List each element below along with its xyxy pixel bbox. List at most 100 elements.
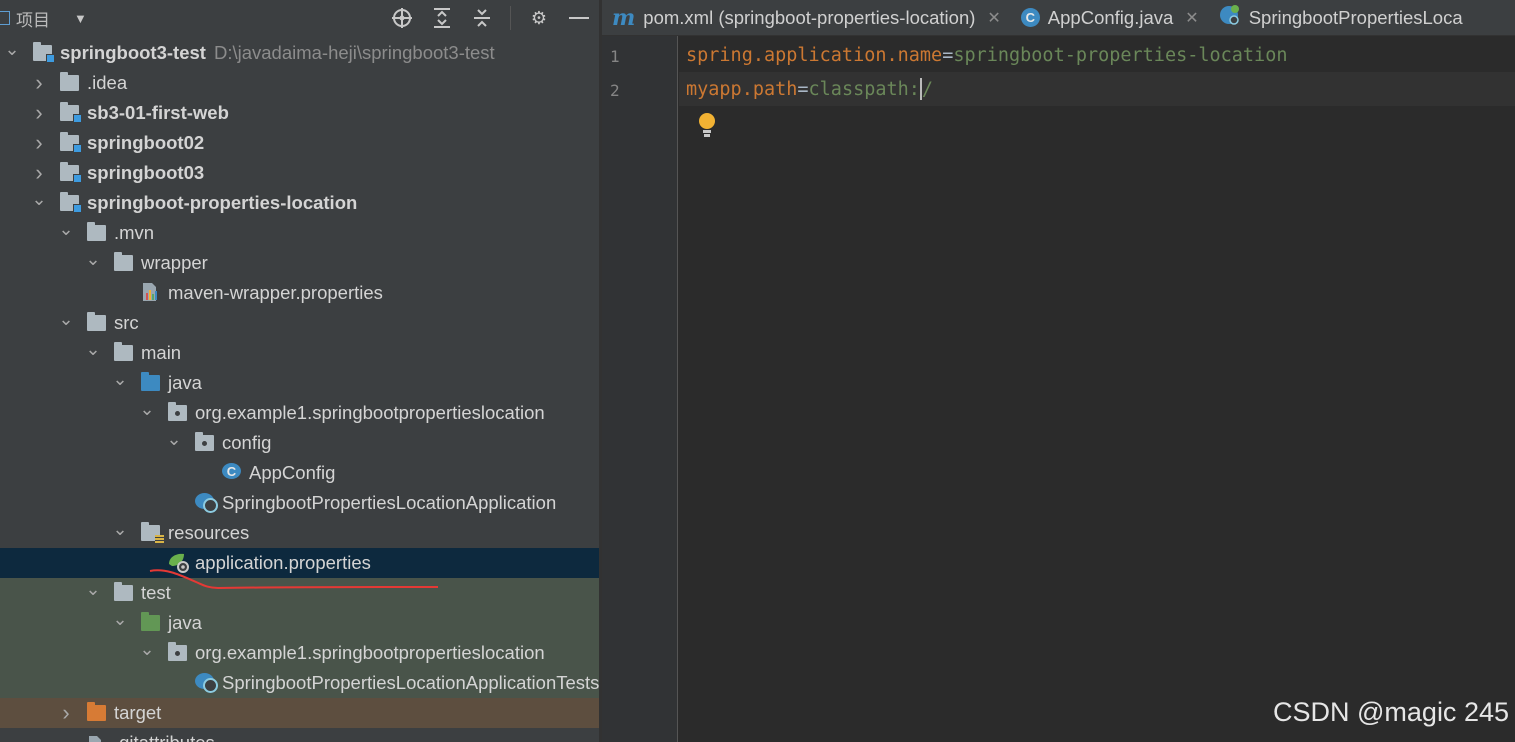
chevron-down-icon[interactable]: ⌄: [139, 634, 155, 664]
package-icon: [168, 402, 187, 421]
maven-icon: m: [612, 4, 636, 31]
tree-item-label: config: [222, 432, 272, 453]
source-folder-icon: [141, 372, 160, 391]
property-key: spring.application.name: [686, 44, 943, 66]
project-path: D:\javadaima-heji\springboot3-test: [213, 42, 495, 63]
java-class-icon: C: [222, 463, 241, 479]
properties-file-icon: [141, 282, 160, 301]
folder-icon: [60, 72, 79, 91]
lightbulb-icon[interactable]: [699, 113, 715, 139]
tree-item-label: .idea: [87, 72, 128, 93]
tree-item[interactable]: SpringbootPropertiesLocationApplicationT…: [0, 668, 599, 698]
tree-item[interactable]: SpringbootPropertiesLocationApplication: [0, 488, 599, 518]
watermark: CSDN @magic 245: [1273, 697, 1509, 727]
line-number: 2: [610, 81, 620, 100]
folder-icon: [87, 312, 106, 331]
chevron-down-icon[interactable]: ⌄: [4, 34, 20, 64]
locate-icon[interactable]: [390, 6, 414, 30]
editor-tab-label: SpringbootPropertiesLoca: [1248, 6, 1463, 28]
tree-item[interactable]: ⌄ springboot3-test D:\javadaima-heji\sprin…: [0, 38, 599, 68]
resources-folder-icon: [141, 522, 164, 544]
chevron-right-icon[interactable]: ›: [31, 98, 47, 128]
line-number: 1: [610, 47, 620, 66]
tree-item[interactable]: ⌄ resources: [0, 518, 599, 548]
tree-item[interactable]: › target: [0, 698, 599, 728]
tree-item[interactable]: ⌄ org.example1.springbootpropertieslocati…: [0, 398, 599, 428]
tree-item[interactable]: ⌄ springboot-properties-location: [0, 188, 599, 218]
tree-item[interactable]: ⌄ java: [0, 368, 599, 398]
collapse-all-icon[interactable]: [470, 6, 494, 30]
chevron-down-icon[interactable]: ⌄: [112, 514, 128, 544]
editor-tab[interactable]: C AppConfig.java ✕: [1011, 0, 1209, 35]
chevron-down-icon[interactable]: ⌄: [58, 214, 74, 244]
module-folder-icon: [33, 42, 55, 63]
tree-item[interactable]: ⌄ main: [0, 338, 599, 368]
chevron-down-icon[interactable]: ⌄: [112, 364, 128, 394]
chevron-down-icon[interactable]: ⌄: [139, 394, 155, 424]
tree-item-label: org.example1.springbootpropertieslocatio…: [195, 402, 545, 423]
tree-item-label: main: [141, 342, 182, 363]
tree-item[interactable]: › .idea: [0, 68, 599, 98]
expand-all-icon[interactable]: [430, 6, 454, 30]
property-value-tail: /: [921, 78, 934, 100]
chevron-down-icon[interactable]: ⌄: [85, 334, 101, 364]
editor-tab-label: AppConfig.java: [1047, 6, 1174, 28]
tree-item-label: .mvn: [114, 222, 155, 243]
chevron-down-icon[interactable]: ⌄: [112, 604, 128, 634]
module-folder-icon: [60, 162, 82, 183]
tree-item-label: java: [168, 372, 202, 393]
editor-tab[interactable]: SpringbootPropertiesLoca: [1209, 0, 1473, 35]
chevron-right-icon[interactable]: ›: [31, 68, 47, 98]
tree-item[interactable]: › sb3-01-first-web: [0, 98, 599, 128]
chevron-down-icon[interactable]: ⌄: [31, 184, 47, 214]
chevron-down-icon[interactable]: ⌄: [85, 574, 101, 604]
editor-tab[interactable]: m pom.xml (springboot-properties-location…: [602, 0, 1011, 35]
tree-item-label: springboot3-test D:\javadaima-heji\spring…: [60, 42, 495, 63]
tree-item[interactable]: maven-wrapper.properties: [0, 278, 599, 308]
chevron-down-icon[interactable]: ▼: [74, 11, 87, 26]
close-icon[interactable]: ✕: [1185, 8, 1198, 28]
tree-item-label: sb3-01-first-web: [87, 102, 229, 123]
project-panel-header: 项目 ▼ ⚙: [0, 0, 599, 36]
editor-tab-bar: m pom.xml (springboot-properties-location…: [602, 0, 1515, 36]
minimize-icon[interactable]: [567, 6, 591, 30]
tree-item[interactable]: C AppConfig: [0, 458, 599, 488]
tree-item-label: SpringbootPropertiesLocationApplication: [222, 492, 557, 513]
tree-item[interactable]: ⌄ wrapper: [0, 248, 599, 278]
project-view-selector[interactable]: 项目 ▼: [0, 6, 87, 31]
spring-boot-class-icon: [195, 493, 218, 513]
test-source-folder-icon: [141, 612, 160, 631]
package-icon: [195, 432, 214, 451]
property-value: classpath:: [808, 78, 920, 100]
tree-item[interactable]: › springboot03: [0, 158, 599, 188]
tree-item[interactable]: ⌄ java: [0, 608, 599, 638]
tree-item[interactable]: › springboot02: [0, 128, 599, 158]
code-editor[interactable]: spring.application.name = springboot-prope…: [679, 36, 1515, 742]
code-line[interactable]: spring.application.name = springboot-prope…: [679, 38, 1515, 72]
tree-item-label: wrapper: [141, 252, 208, 273]
tree-item-label: org.example1.springbootpropertieslocatio…: [195, 642, 545, 663]
chevron-down-icon[interactable]: ⌄: [85, 244, 101, 274]
tree-item-label: src: [114, 312, 139, 333]
excluded-folder-icon: [87, 702, 106, 721]
equals-sign: =: [942, 44, 954, 66]
spring-properties-file-icon: [168, 552, 189, 573]
chevron-right-icon[interactable]: ›: [31, 128, 47, 158]
package-icon: [168, 642, 187, 661]
code-line-current[interactable]: myapp.path = classpath: /: [679, 72, 1515, 106]
module-folder-icon: [60, 102, 82, 123]
chevron-right-icon[interactable]: ›: [58, 698, 74, 728]
editor-area: m pom.xml (springboot-properties-location…: [602, 0, 1515, 742]
gear-icon[interactable]: ⚙: [527, 6, 551, 30]
tree-item-label: maven-wrapper.properties: [168, 282, 383, 303]
chevron-down-icon[interactable]: ⌄: [58, 304, 74, 334]
editor-tab-label: pom.xml (springboot-properties-location): [643, 6, 976, 28]
tree-item[interactable]: ⌄ org.example1.springbootpropertieslocati…: [0, 638, 599, 668]
chevron-down-icon[interactable]: ⌄: [166, 424, 182, 454]
close-icon[interactable]: ✕: [987, 8, 1000, 28]
tree-item-label: springboot03: [87, 162, 205, 183]
tree-item-label: SpringbootPropertiesLocationApplicationT…: [222, 672, 599, 693]
tree-item[interactable]: .gitattributes: [0, 728, 599, 742]
equals-sign: =: [797, 78, 809, 100]
tree-item[interactable]: ⌄ config: [0, 428, 599, 458]
